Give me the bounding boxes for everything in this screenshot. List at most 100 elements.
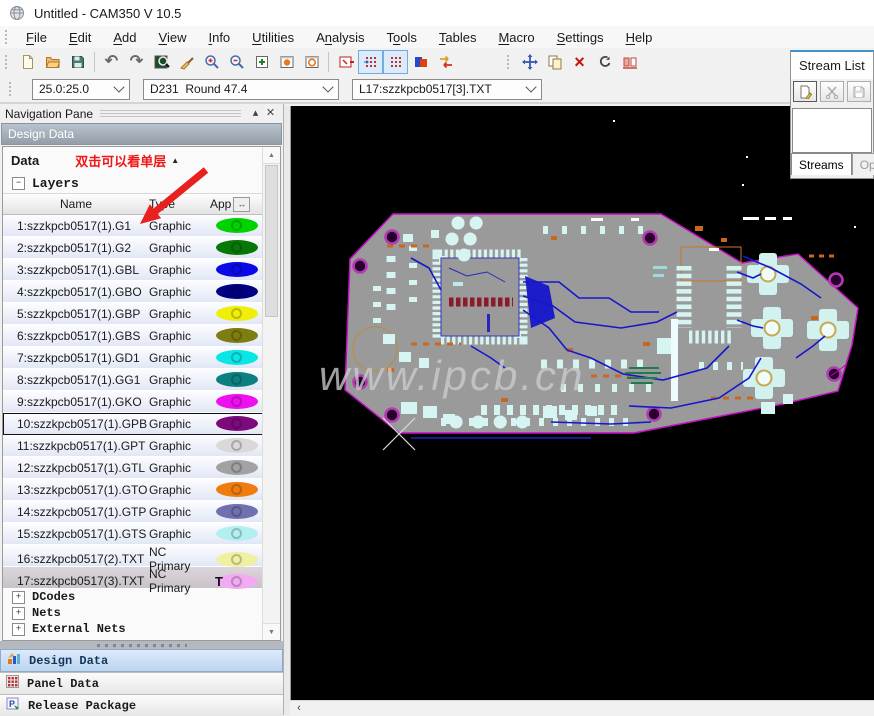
tree-minus-icon[interactable]: − <box>12 177 25 190</box>
layer-color-swatch[interactable] <box>210 350 263 365</box>
menu-item-help[interactable]: Help <box>615 28 664 47</box>
delete-icon[interactable]: × <box>567 50 592 74</box>
tree-item-dcodes[interactable]: +DCodes <box>3 589 263 605</box>
switch-release-package[interactable]: PRelease Package <box>0 694 283 716</box>
layer-color-swatch[interactable] <box>210 328 263 343</box>
new-stream-button[interactable] <box>793 81 817 102</box>
tab-streams[interactable]: Streams <box>791 153 852 175</box>
tree-item-external-nets[interactable]: +External Nets <box>3 621 263 637</box>
rotate-icon[interactable] <box>592 50 617 74</box>
tab-opt[interactable]: Opt <box>852 153 874 175</box>
layer-row[interactable]: 7:szzkpcb0517(1).GD1Graphic <box>3 347 263 369</box>
navigation-pane-titlebar[interactable]: Navigation Pane ▴ ✕ <box>0 104 283 123</box>
open-file-icon[interactable] <box>40 50 65 74</box>
layer-row[interactable]: 2:szzkpcb0517(1).G2Graphic <box>3 237 263 259</box>
redline-window-icon[interactable] <box>333 50 358 74</box>
menu-item-tools[interactable]: Tools <box>376 28 428 47</box>
dcode-combo[interactable]: D231 Round 47.4 <box>143 79 339 100</box>
zoom-window-icon[interactable] <box>249 50 274 74</box>
layer-color-swatch[interactable] <box>210 372 263 387</box>
workspace-canvas[interactable]: www.ipcb.cn ‹ <box>284 106 874 715</box>
redo-icon[interactable]: ↷ <box>124 50 149 74</box>
menu-item-add[interactable]: Add <box>102 28 147 47</box>
layer-color-swatch[interactable] <box>210 416 263 431</box>
menu-item-analysis[interactable]: Analysis <box>305 28 375 47</box>
pane-close-icon[interactable]: ✕ <box>263 108 278 119</box>
toolbar-grip[interactable] <box>5 30 12 44</box>
grid-snap-icon[interactable] <box>383 50 408 74</box>
undo-icon[interactable]: ↶ <box>99 50 124 74</box>
layer-row[interactable]: 11:szzkpcb0517(1).GPTGraphic <box>3 435 263 457</box>
layer-color-swatch[interactable] <box>210 394 263 409</box>
column-resize-icon[interactable]: ↔ <box>233 197 250 212</box>
column-type[interactable]: Type <box>149 197 210 211</box>
menu-item-tables[interactable]: Tables <box>428 28 488 47</box>
layer-color-swatch[interactable] <box>210 284 263 299</box>
layer-row[interactable]: 3:szzkpcb0517(1).GBLGraphic <box>3 259 263 281</box>
switch-panel-data[interactable]: Panel Data <box>0 672 283 694</box>
layer-color-swatch[interactable]: T <box>210 574 263 589</box>
layer-row[interactable]: 10:szzkpcb0517(1).GPBGraphic <box>3 413 263 435</box>
layer-color-swatch[interactable] <box>210 218 263 233</box>
layer-row[interactable]: 9:szzkpcb0517(1).GKOGraphic <box>3 391 263 413</box>
column-app[interactable]: App <box>210 197 231 211</box>
layer-color-swatch[interactable] <box>210 482 263 497</box>
menu-item-macro[interactable]: Macro <box>487 28 545 47</box>
film-negative-icon[interactable] <box>299 50 324 74</box>
layer-row[interactable]: 14:szzkpcb0517(1).GTPGraphic <box>3 501 263 523</box>
grid-dots-icon[interactable] <box>358 50 383 74</box>
layer-color-swatch[interactable] <box>210 552 263 567</box>
menu-item-settings[interactable]: Settings <box>546 28 615 47</box>
layer-color-swatch[interactable] <box>210 438 263 453</box>
switch-design-data[interactable]: Design Data <box>0 649 283 672</box>
scroll-left-icon[interactable]: ‹ <box>290 702 308 715</box>
tree-vertical-scrollbar[interactable]: ▲ ▼ <box>262 147 280 640</box>
toolbar-grip[interactable] <box>5 55 12 69</box>
scroll-thumb[interactable] <box>265 165 278 317</box>
zoom-in-icon[interactable] <box>199 50 224 74</box>
menu-item-info[interactable]: Info <box>197 28 241 47</box>
menu-item-file[interactable]: File <box>15 28 58 47</box>
layer-colors-icon[interactable] <box>408 50 433 74</box>
save-icon[interactable] <box>65 50 90 74</box>
film-positive-icon[interactable] <box>274 50 299 74</box>
new-file-icon[interactable] <box>15 50 40 74</box>
layer-color-swatch[interactable] <box>210 240 263 255</box>
pane-collapse-icon[interactable]: ▴ <box>248 108 263 119</box>
layer-row[interactable]: 15:szzkpcb0517(1).GTSGraphic <box>3 523 263 545</box>
move-icon[interactable] <box>517 50 542 74</box>
layer-color-swatch[interactable] <box>210 306 263 321</box>
zoom-scale-combo[interactable]: 25.0:25.0 <box>32 79 130 100</box>
layer-color-swatch[interactable] <box>210 526 263 541</box>
menu-item-utilities[interactable]: Utilities <box>241 28 305 47</box>
data-group-row[interactable]: Data 双击可以看单层 ▲ <box>3 147 263 173</box>
layer-color-swatch[interactable] <box>210 460 263 475</box>
clear-brush-icon[interactable] <box>174 50 199 74</box>
layer-row[interactable]: 5:szzkpcb0517(1).GBPGraphic <box>3 303 263 325</box>
tree-plus-icon[interactable]: + <box>12 623 25 636</box>
stream-compare-icon[interactable] <box>433 50 458 74</box>
menu-item-edit[interactable]: Edit <box>58 28 102 47</box>
tree-plus-icon[interactable]: + <box>12 607 25 620</box>
collapse-triangle-icon[interactable]: ▲ <box>171 156 179 165</box>
layers-group-row[interactable]: − Layers <box>3 173 263 193</box>
layer-row[interactable]: 17:szzkpcb0517(3).TXTNC PrimaryT <box>3 567 263 589</box>
tree-plus-icon[interactable]: + <box>12 591 25 604</box>
query-zoom-icon[interactable] <box>149 50 174 74</box>
copy-icon[interactable] <box>542 50 567 74</box>
zoom-out-icon[interactable] <box>224 50 249 74</box>
toolbar-grip[interactable] <box>507 55 514 69</box>
mirror-icon[interactable] <box>617 50 642 74</box>
layer-color-swatch[interactable] <box>210 262 263 277</box>
layer-row[interactable]: 6:szzkpcb0517(1).GBSGraphic <box>3 325 263 347</box>
horizontal-scrollbar[interactable]: ‹ <box>290 700 874 715</box>
stream-list-box[interactable] <box>792 108 872 153</box>
layer-row[interactable]: 8:szzkpcb0517(1).GG1Graphic <box>3 369 263 391</box>
pane-splitter[interactable] <box>0 641 283 649</box>
layer-row[interactable]: 16:szzkpcb0517(2).TXTNC Primary <box>3 545 263 567</box>
layer-row[interactable]: 12:szzkpcb0517(1).GTLGraphic <box>3 457 263 479</box>
column-name[interactable]: Name <box>3 197 149 211</box>
layer-color-swatch[interactable] <box>210 504 263 519</box>
toolbar-grip[interactable] <box>9 82 16 96</box>
layer-row[interactable]: 13:szzkpcb0517(1).GTOGraphic <box>3 479 263 501</box>
